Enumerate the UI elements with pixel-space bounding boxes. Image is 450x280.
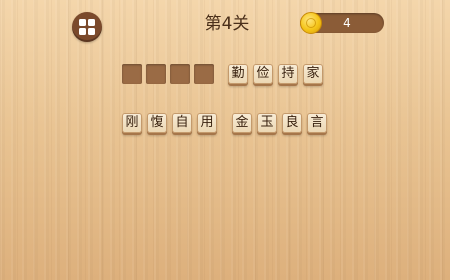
given-char-tile: 勤	[228, 64, 248, 84]
choice-char-tile[interactable]: 良	[282, 113, 302, 133]
choice-char-tile[interactable]: 自	[172, 113, 192, 133]
given-char-tile: 家	[303, 64, 323, 84]
level-title: 第4关	[204, 14, 250, 34]
answer-slot[interactable]	[170, 64, 190, 84]
choice-char-tile[interactable]: 刚	[122, 113, 142, 133]
choice-char-tile[interactable]: 用	[197, 113, 217, 133]
grid-menu-icon	[79, 19, 86, 26]
puzzle-row: 勤 俭 持 家	[122, 64, 328, 84]
choice-char-tile[interactable]: 言	[307, 113, 327, 133]
coin-icon	[300, 12, 322, 34]
answer-slot[interactable]	[146, 64, 166, 84]
given-char-tile: 俭	[253, 64, 273, 84]
given-char-tile: 持	[278, 64, 298, 84]
menu-button[interactable]	[72, 12, 102, 42]
choice-row: 刚 愎 自 用 金 玉 良 言	[122, 113, 332, 133]
choice-char-tile[interactable]: 金	[232, 113, 252, 133]
choice-char-tile[interactable]: 愎	[147, 113, 167, 133]
coin-counter: 4	[300, 12, 384, 34]
grid-menu-icon	[88, 28, 95, 35]
answer-slot[interactable]	[194, 64, 214, 84]
choice-char-tile[interactable]: 玉	[257, 113, 277, 133]
answer-slot[interactable]	[122, 64, 142, 84]
coin-count: 4	[343, 16, 351, 30]
grid-menu-icon	[79, 28, 86, 35]
grid-menu-icon	[88, 19, 95, 26]
